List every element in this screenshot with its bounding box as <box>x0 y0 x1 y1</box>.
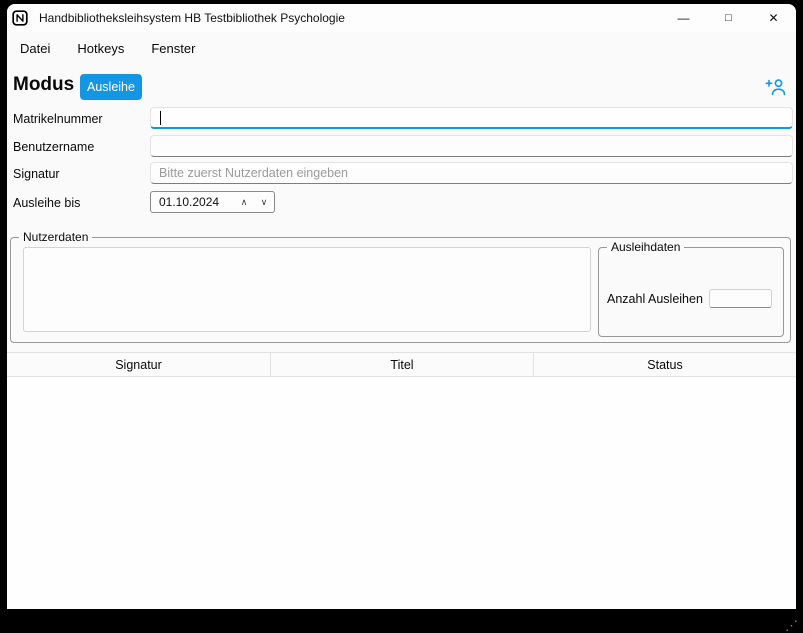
column-header-titel[interactable]: Titel <box>270 353 533 376</box>
window-controls: — □ ✕ <box>661 4 796 32</box>
menu-item-hotkeys[interactable]: Hotkeys <box>77 41 124 56</box>
person-add-icon <box>765 78 787 96</box>
anzahl-ausleihen-label: Anzahl Ausleihen <box>607 292 703 306</box>
date-increment-button[interactable]: ∧ <box>234 192 254 212</box>
close-button[interactable]: ✕ <box>751 4 796 32</box>
menubar: Datei Hotkeys Fenster <box>7 32 796 64</box>
menu-item-datei[interactable]: Datei <box>20 41 50 56</box>
column-header-signatur[interactable]: Signatur <box>7 353 270 376</box>
table-body <box>7 377 796 609</box>
mode-label: Modus <box>13 74 74 96</box>
window-title: Handbibliotheksleihsystem HB Testbibliot… <box>39 11 345 25</box>
matrikelnummer-label: Matrikelnummer <box>13 112 103 126</box>
nutzerdaten-group: Nutzerdaten Ausleihdaten Anzahl Ausleihe… <box>10 237 791 343</box>
titlebar[interactable]: Handbibliotheksleihsystem HB Testbibliot… <box>7 4 796 32</box>
minimize-button[interactable]: — <box>661 4 706 32</box>
table-header: Signatur Titel Status <box>7 352 796 377</box>
ausleihdaten-group-label: Ausleihdaten <box>607 240 684 254</box>
benutzername-input[interactable] <box>150 135 793 157</box>
ausleihdaten-group: Ausleihdaten Anzahl Ausleihen <box>598 247 784 337</box>
date-value: 01.10.2024 <box>151 195 234 209</box>
maximize-button[interactable]: □ <box>706 4 751 32</box>
chevron-down-icon: ∨ <box>261 197 268 208</box>
add-user-button[interactable] <box>763 76 789 98</box>
benutzername-label: Benutzername <box>13 140 94 154</box>
chevron-up-icon: ∧ <box>241 197 248 208</box>
menu-item-fenster[interactable]: Fenster <box>151 41 195 56</box>
nutzerdaten-group-label: Nutzerdaten <box>19 230 92 244</box>
app-icon <box>12 10 28 26</box>
resize-grip-icon[interactable]: ⋰ <box>785 619 798 632</box>
signatur-label: Signatur <box>13 167 60 181</box>
signatur-input[interactable] <box>150 162 793 184</box>
column-header-status[interactable]: Status <box>533 353 796 376</box>
ausleihe-bis-datepicker[interactable]: 01.10.2024 ∧ ∨ <box>150 191 275 213</box>
nutzerdaten-textarea[interactable] <box>23 247 591 332</box>
mode-ausleihe-button[interactable]: Ausleihe <box>80 74 142 100</box>
app-window: Handbibliotheksleihsystem HB Testbibliot… <box>7 4 796 609</box>
ausleihe-bis-label: Ausleihe bis <box>13 196 80 210</box>
matrikelnummer-input[interactable] <box>150 107 793 129</box>
anzahl-ausleihen-input[interactable] <box>709 289 772 308</box>
date-decrement-button[interactable]: ∨ <box>254 192 274 212</box>
